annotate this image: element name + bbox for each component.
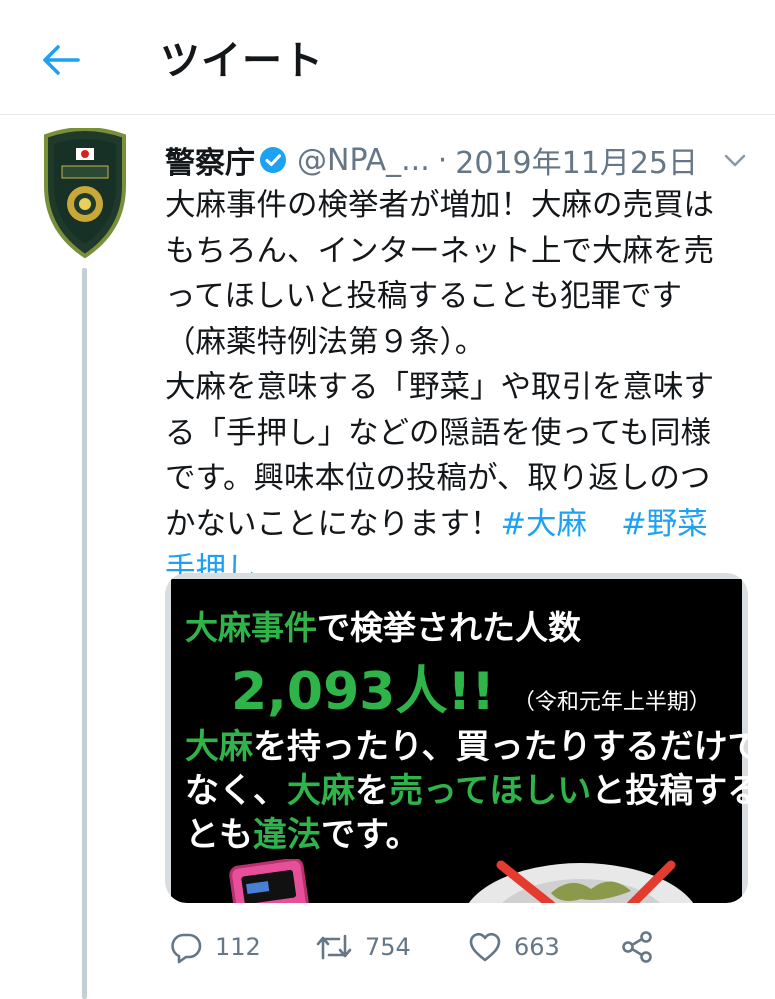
image-text: を [355, 771, 389, 811]
image-highlight: 売ってほしい [389, 771, 592, 811]
like-button[interactable]: 663 [468, 922, 560, 972]
image-text: なく、 [185, 771, 287, 811]
image-text-line: なく、大麻を売ってほしいと投稿するこ [185, 763, 748, 812]
image-highlight: 大麻 [185, 727, 253, 767]
reply-button[interactable]: 112 [169, 922, 261, 972]
tweet-text-line: かないことになります！#大麻 #野菜 [165, 502, 765, 548]
reply-icon [171, 933, 202, 964]
period-label: （令和元年上半期） [512, 690, 711, 715]
avatar[interactable] [38, 127, 132, 260]
page-title: ツイート [160, 38, 324, 84]
tweet-text-line: る「手押し」などの隠語を使っても同様 [165, 415, 711, 451]
image-text-line: 大麻事件で検挙された人数 [185, 601, 581, 649]
image-text: とも [185, 815, 253, 855]
image-text-line: とも違法です。 [185, 807, 420, 856]
image-highlight: 違法 [253, 815, 321, 855]
user-handle[interactable]: @NPA_... [297, 143, 430, 178]
tweet-image[interactable]: 大麻事件で検挙された人数 2,093人!! （令和元年上半期） 大麻を持ったり、買… [165, 573, 748, 903]
tweet-date[interactable]: 2019年11月25日 [455, 138, 698, 182]
share-icon [622, 931, 652, 963]
tweet-text-line: 大麻事件の検挙者が増加！大麻の売買は [165, 188, 714, 223]
thread-line [82, 268, 87, 999]
retweet-icon [316, 934, 352, 960]
tweet-text-line: もちろん、インターネット上で大麻を売 [165, 233, 714, 269]
image-text: を持ったり、買ったりするだけで [253, 727, 748, 767]
count-value: 2,093人!! [231, 662, 495, 722]
image-text-line: 大麻を持ったり、買ったりするだけで [185, 719, 748, 768]
top-bar: ツイート [0, 0, 775, 115]
image-text: で検挙された人数 [317, 608, 581, 647]
image-text: と投稿するこ [591, 771, 748, 811]
hashtag-link[interactable]: #野菜 [621, 507, 708, 542]
image-text: です。 [321, 815, 420, 855]
police-emblem-icon [44, 127, 126, 259]
tweet-text-line: です。興味本位の投稿が、取り返しのつ [165, 461, 711, 496]
arrest-count: 2,093人!! （令和元年上半期） [231, 649, 711, 724]
smartphone-illustration-icon [229, 859, 309, 903]
tweet-text: 大麻事件の検挙者が増加！大麻の売買は もちろん、インターネット上で大麻を売 って… [165, 183, 765, 593]
hashtag-link[interactable]: #大麻 [501, 507, 588, 542]
back-button[interactable] [30, 36, 90, 84]
retweet-count: 754 [365, 933, 411, 961]
separator-dot: · [437, 142, 448, 178]
more-options-button[interactable] [720, 148, 750, 174]
heart-icon [469, 932, 501, 962]
arrow-left-icon [43, 45, 80, 75]
tweet-actions: 112 754 663 [165, 922, 685, 972]
tweet-text-line: （麻薬特例法第９条）。 [165, 324, 486, 360]
image-highlight: 大麻 [287, 771, 355, 811]
retweet-button[interactable]: 754 [315, 922, 411, 972]
reply-count: 112 [215, 933, 261, 961]
verified-badge-icon [259, 146, 287, 174]
tweet-header: 警察庁 @NPA_... · 2019年11月25日 [165, 138, 698, 182]
like-count: 663 [514, 933, 560, 961]
image-content: 大麻事件で検挙された人数 2,093人!! （令和元年上半期） 大麻を持ったり、買… [171, 579, 748, 903]
cannabis-plate-illustration-icon [468, 860, 694, 903]
image-highlight: 大麻事件 [185, 608, 317, 647]
share-button[interactable] [620, 922, 654, 972]
chevron-down-icon [724, 154, 746, 167]
user-name[interactable]: 警察庁 [165, 138, 255, 182]
tweet-text-line: 大麻を意味する「野菜」や取引を意味す [165, 370, 714, 405]
tweet-text-segment: かないことになります！ [165, 506, 501, 542]
tweet-text-line: ってほしいと投稿することも犯罪です [165, 279, 682, 314]
